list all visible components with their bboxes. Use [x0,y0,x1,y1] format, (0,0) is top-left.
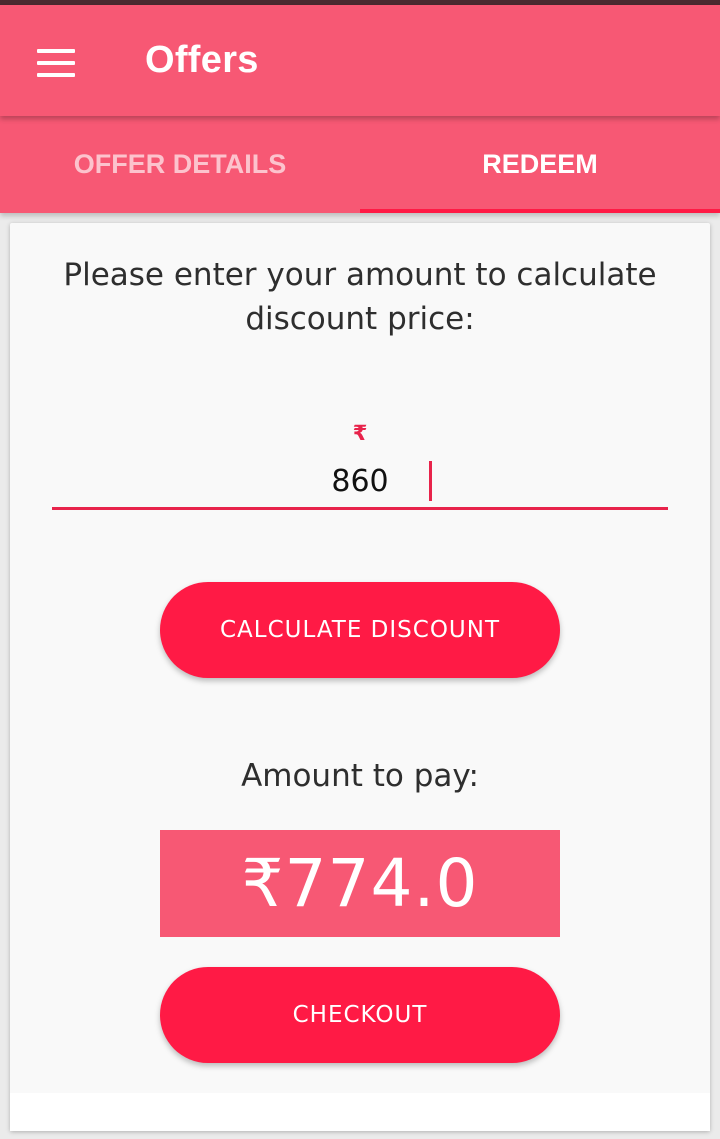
tab-offer-details[interactable]: OFFER DETAILS [0,116,360,213]
redeem-card: Please enter your amount to calculate di… [10,223,710,1131]
text-cursor [429,461,432,501]
menu-line [37,49,75,53]
checkout-button[interactable]: CHECKOUT [160,967,560,1063]
tab-selected-indicator [360,209,720,213]
amount-to-pay-label: Amount to pay: [241,758,479,794]
amount-input[interactable] [52,459,668,503]
tab-bar: OFFER DETAILS REDEEM [0,116,720,213]
amount-prompt: Please enter your amount to calculate di… [63,257,657,337]
tab-redeem[interactable]: REDEEM [360,116,720,213]
card-footer [10,1093,710,1131]
hamburger-menu-icon[interactable] [26,33,86,93]
app-bar: Offers [0,5,720,116]
tab-label: OFFER DETAILS [73,149,287,179]
amount-to-pay-display: ₹774.0 [160,830,560,937]
currency-symbol-label: ₹ [352,421,368,445]
menu-line [37,61,75,65]
calculate-discount-button[interactable]: CALCULATE DISCOUNT [160,582,560,678]
amount-field-container [52,455,668,510]
menu-line [37,73,75,77]
page-title: Offers [145,39,259,81]
amount-to-pay-value: ₹774.0 [241,845,479,922]
tab-label: REDEEM [482,149,598,179]
